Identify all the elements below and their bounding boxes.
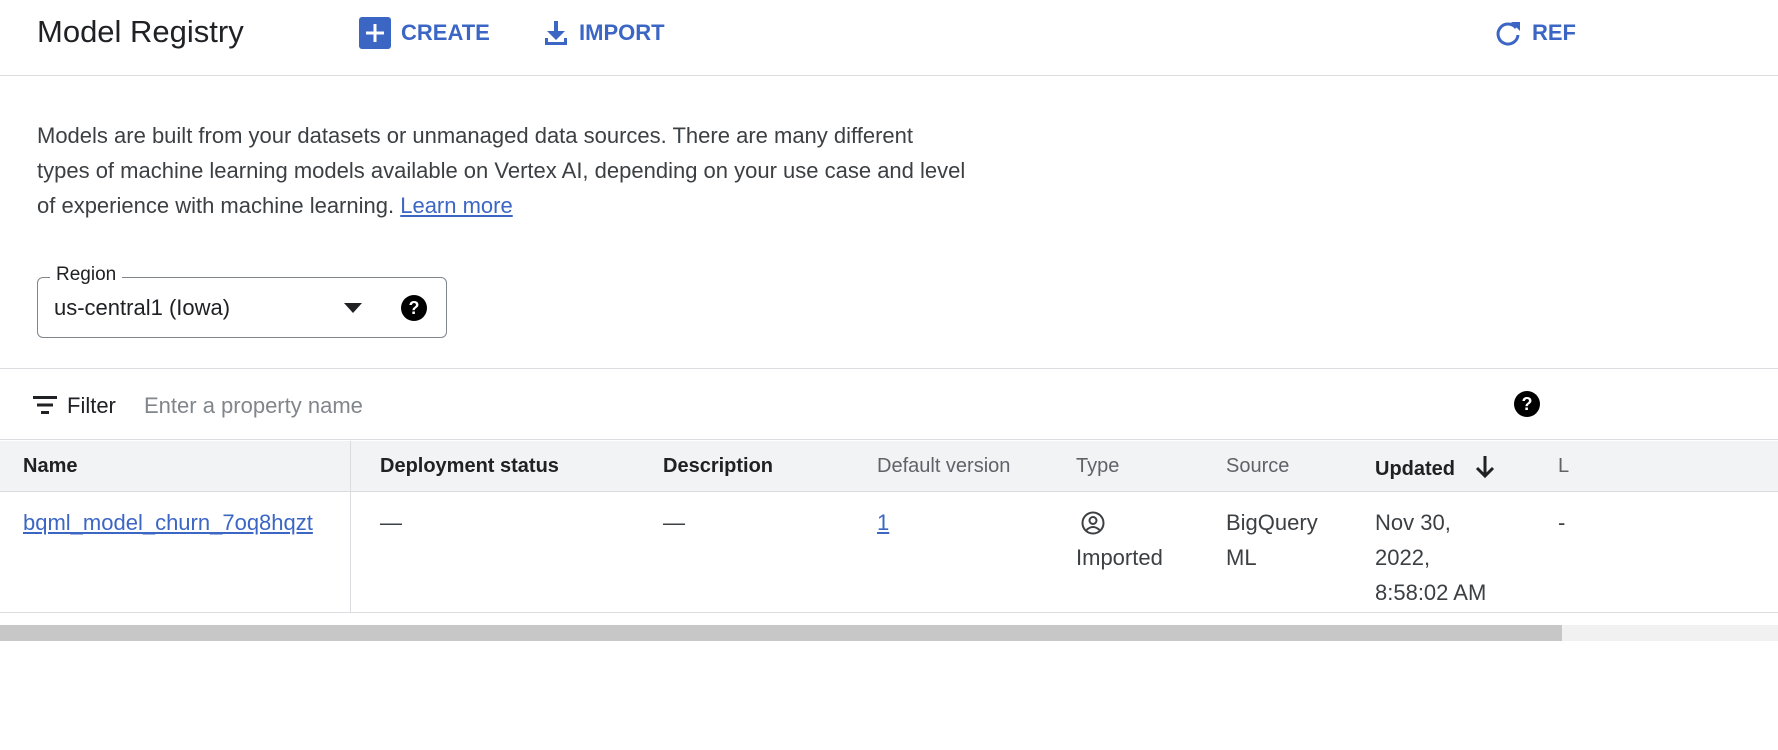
- column-header-name[interactable]: Name: [23, 455, 77, 478]
- create-button[interactable]: CREATE: [359, 16, 490, 50]
- svg-text:?: ?: [409, 298, 420, 318]
- filter-input[interactable]: [142, 391, 1046, 421]
- cell-last: -: [1558, 510, 1566, 535]
- refresh-button-label: REF: [1532, 20, 1576, 45]
- page-header: Model Registry CREATE IMPORT REF: [0, 0, 1778, 76]
- filter-label: Filter: [67, 393, 116, 418]
- filter-list-icon[interactable]: [33, 396, 57, 419]
- table-row: bqml_model_churn_7oq8hqzt — — 1 Imported…: [0, 492, 1778, 613]
- svg-text:?: ?: [1522, 394, 1533, 414]
- import-button[interactable]: IMPORT: [543, 16, 665, 50]
- column-header-source[interactable]: Source: [1226, 455, 1289, 478]
- column-header-last[interactable]: L: [1558, 455, 1569, 478]
- cell-source: BigQuery ML: [1226, 510, 1318, 570]
- download-icon: [543, 19, 569, 47]
- intro-paragraph: Models are built from your datasets or u…: [37, 118, 967, 223]
- import-button-label: IMPORT: [579, 20, 665, 45]
- column-header-updated-label: Updated: [1375, 458, 1455, 480]
- add-box-icon: [359, 17, 391, 49]
- cell-description: —: [663, 510, 685, 535]
- learn-more-link[interactable]: Learn more: [400, 193, 513, 218]
- region-select[interactable]: Region us-central1 (Iowa) ?: [37, 264, 447, 338]
- help-icon[interactable]: ?: [1514, 391, 1540, 422]
- column-header-default-version[interactable]: Default version: [877, 455, 1010, 478]
- region-label: Region: [50, 264, 123, 286]
- table-header: Name Deployment status Description Defau…: [0, 441, 1778, 492]
- account-circle-icon: [1081, 505, 1196, 540]
- help-icon[interactable]: ?: [401, 295, 427, 326]
- column-header-deployment-status[interactable]: Deployment status: [380, 455, 559, 478]
- region-value: us-central1 (Iowa): [54, 295, 231, 320]
- cell-type: Imported: [1076, 505, 1196, 575]
- column-header-description[interactable]: Description: [663, 455, 773, 478]
- column-header-type[interactable]: Type: [1076, 455, 1119, 478]
- scrollbar-thumb[interactable]: [0, 625, 1562, 641]
- horizontal-scrollbar[interactable]: [0, 625, 1778, 641]
- type-label: Imported: [1076, 545, 1163, 570]
- refresh-button[interactable]: REF: [1494, 16, 1576, 50]
- filter-bar: Filter ?: [0, 368, 1778, 440]
- arrow-drop-down-icon[interactable]: [343, 301, 363, 319]
- column-header-updated[interactable]: Updated: [1375, 455, 1495, 485]
- cell-name: bqml_model_churn_7oq8hqzt: [23, 505, 313, 540]
- refresh-icon: [1494, 19, 1522, 47]
- cell-default-version: 1: [877, 505, 889, 540]
- create-button-label: CREATE: [401, 20, 490, 45]
- cell-updated: Nov 30, 2022, 8:58:02 AM: [1375, 510, 1487, 605]
- arrow-down-icon: [1475, 455, 1495, 485]
- cell-deployment-status: —: [380, 510, 402, 535]
- model-name-link[interactable]: bqml_model_churn_7oq8hqzt: [23, 510, 313, 535]
- default-version-link[interactable]: 1: [877, 510, 889, 535]
- page-title: Model Registry: [37, 14, 244, 49]
